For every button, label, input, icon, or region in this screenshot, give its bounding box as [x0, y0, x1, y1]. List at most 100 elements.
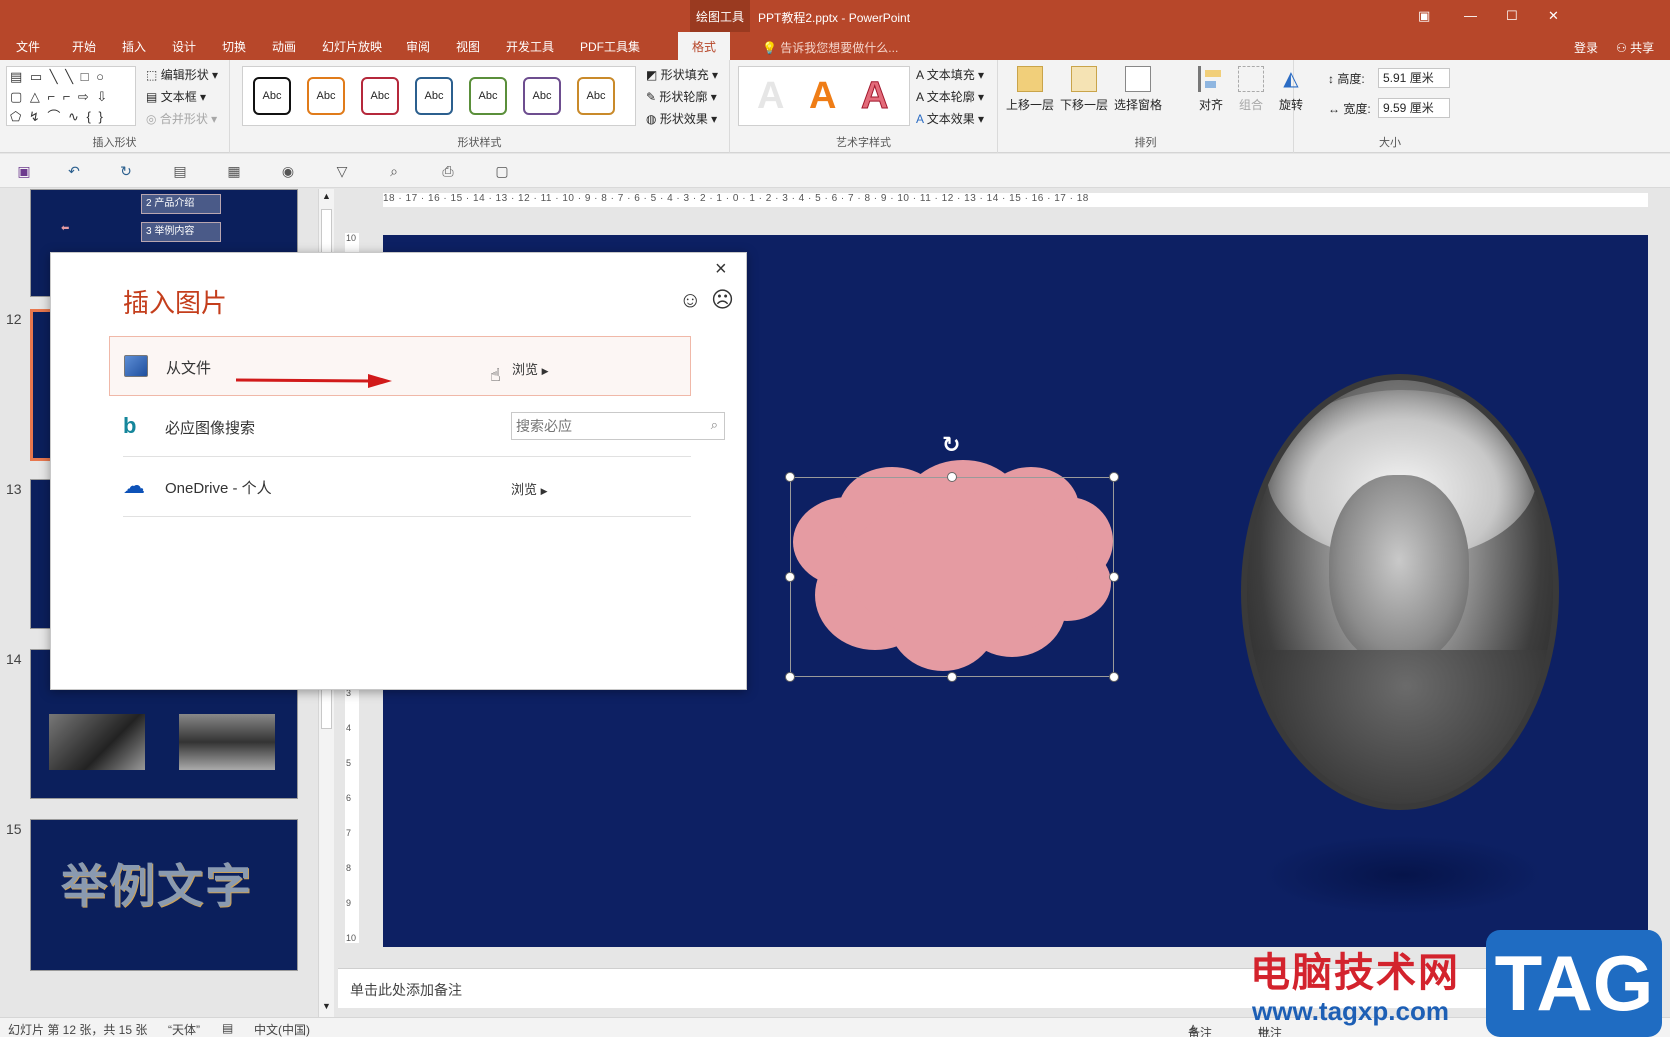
search-icon[interactable]: ⌕ [711, 417, 718, 433]
text-outline-button[interactable]: A 文本轮廓 ▾ [916, 88, 984, 105]
shape-style-red[interactable]: Abc [361, 77, 399, 115]
wordart-style-orange[interactable]: A [809, 75, 836, 118]
einstein-portrait-image[interactable] [1241, 374, 1559, 810]
save-icon[interactable]: ▣ [16, 163, 32, 179]
shape-style-gallery[interactable]: Abc Abc Abc Abc Abc Abc Abc [242, 66, 636, 126]
text-box-label: 文本框 [160, 90, 197, 104]
resize-handle[interactable] [1109, 572, 1119, 582]
resize-handle[interactable] [947, 472, 957, 482]
shape-style-orange[interactable]: Abc [307, 77, 345, 115]
rotate-button[interactable]: ◭ 旋转 [1278, 66, 1304, 113]
tab-transitions[interactable]: 切换 [222, 38, 246, 55]
bing-search-row: b 必应图像搜索 ⌕ [109, 397, 725, 457]
onedrive-label: OneDrive - 个人 [165, 480, 272, 497]
redo-icon[interactable]: ↻ [118, 163, 134, 179]
new-slide-icon[interactable]: ▦ [226, 163, 242, 179]
resize-handle[interactable] [947, 672, 957, 682]
shape-style-blue[interactable]: Abc [415, 77, 453, 115]
slide-count-status[interactable]: 幻灯片 第 12 张，共 15 张 [8, 1021, 147, 1037]
tab-format[interactable]: 格式 [678, 32, 731, 60]
shape-fill-button[interactable]: ◩ 形状填充 ▾ [646, 66, 718, 83]
group-shape-styles: Abc Abc Abc Abc Abc Abc Abc ◩ 形状填充 ▾ ✎ 形… [230, 60, 730, 153]
group-objects-button[interactable]: 组合 [1238, 66, 1264, 113]
send-backward-button[interactable]: 下移一层 [1060, 66, 1108, 113]
resize-handle[interactable] [785, 572, 795, 582]
bing-search-label: 必应图像搜索 [165, 420, 256, 437]
from-file-browse-link[interactable]: 浏览 ▶ [512, 359, 549, 378]
pencil-icon: ✎ [646, 90, 657, 104]
wordart-style-red[interactable]: A [860, 75, 888, 118]
bring-forward-button[interactable]: 上移一层 [1006, 66, 1054, 113]
tab-animations[interactable]: 动画 [272, 38, 296, 55]
portrait-shadow [1263, 835, 1543, 915]
tab-developer[interactable]: 开发工具 [506, 38, 554, 55]
ribbon-display-icon[interactable]: ▣ [1418, 8, 1430, 24]
shape-outline-button[interactable]: ✎ 形状轮廓 ▾ [646, 88, 717, 105]
bing-search-box[interactable]: ⌕ [511, 412, 725, 440]
drawing-tools-context-label: 绘图工具 [690, 0, 750, 32]
share-button[interactable]: ⚇ 共享 [1616, 39, 1654, 56]
onedrive-row[interactable]: ☁ OneDrive - 个人 浏览 ▶ [109, 457, 707, 517]
tab-home[interactable]: 开始 [72, 38, 96, 55]
notes-placeholder: 单击此处添加备注 [350, 982, 462, 998]
frown-feedback-icon[interactable]: ☹ [711, 287, 734, 313]
smile-feedback-icon[interactable]: ☺ [679, 287, 701, 313]
thumbnail-slide-15[interactable]: 举例文字 [30, 819, 298, 971]
dialog-close-button[interactable]: × [715, 258, 727, 281]
edit-shape-button[interactable]: ⬚ 编辑形状 ▾ [146, 66, 218, 83]
browse-label: 浏览 [512, 362, 539, 377]
shapes-gallery[interactable]: ▤ ▭ ╲ ╲ □ ○ ▢ △ ⌐ ⌐ ⇨ ⇩ ⬠ ↯ ⌒ ∿ { } [6, 66, 136, 126]
login-link[interactable]: 登录 [1574, 39, 1598, 56]
scroll-down-icon[interactable]: ▼ [322, 1001, 331, 1011]
resize-handle[interactable] [1109, 672, 1119, 682]
selection-pane-button[interactable]: 选择窗格 [1114, 66, 1162, 113]
resize-handle[interactable] [1109, 472, 1119, 482]
align-button[interactable]: 对齐 [1198, 66, 1224, 113]
maximize-icon[interactable]: ☐ [1506, 8, 1518, 24]
wordart-gallery[interactable]: A A A [738, 66, 910, 126]
shape-effects-button[interactable]: ◍ 形状效果 ▾ [646, 110, 717, 127]
shape-style-gold[interactable]: Abc [577, 77, 615, 115]
thumb-toc-item: 2 产品介绍 [141, 194, 221, 214]
tab-review[interactable]: 审阅 [406, 38, 430, 55]
present-icon[interactable]: ▤ [172, 163, 188, 179]
tab-design[interactable]: 设计 [172, 38, 196, 55]
undo-icon[interactable]: ↶ [66, 163, 82, 179]
print-icon[interactable]: ⎙ [440, 163, 456, 179]
tell-me-search[interactable]: 💡 告诉我您想要做什么... [762, 39, 898, 56]
text-fill-button[interactable]: A 文本填充 ▾ [916, 66, 984, 83]
thumb-arrow-icon: ⬅ [61, 223, 70, 234]
window-close-icon[interactable]: ✕ [1548, 8, 1559, 24]
tab-pdf-tools[interactable]: PDF工具集 [580, 38, 640, 55]
width-field[interactable]: 9.59 厘米 [1378, 98, 1450, 118]
spellcheck-icon[interactable]: ▢ [494, 163, 510, 179]
bing-search-input[interactable] [516, 414, 696, 438]
tab-slideshow[interactable]: 幻灯片放映 [322, 38, 382, 55]
shape-style-purple[interactable]: Abc [523, 77, 561, 115]
text-effects-button[interactable]: A 文本效果 ▾ [916, 110, 984, 127]
from-file-row[interactable]: 从文件 浏览 ▶ ☝ [109, 336, 691, 396]
caret-right-icon: ▶ [541, 366, 549, 376]
height-field[interactable]: 5.91 厘米 [1378, 68, 1450, 88]
onedrive-browse-link[interactable]: 浏览 ▶ [511, 479, 548, 498]
tab-insert[interactable]: 插入 [122, 38, 146, 55]
spellcheck-status-icon[interactable]: ▤ [222, 1021, 233, 1035]
text-box-button[interactable]: ▤ 文本框 ▾ [146, 88, 206, 105]
height-label-text: 高度: [1337, 72, 1365, 86]
wordart-style-plain[interactable]: A [757, 75, 784, 118]
shape-style-black[interactable]: Abc [253, 77, 291, 115]
merge-shapes-button[interactable]: ◎ 合并形状 ▾ [146, 110, 217, 127]
resize-handle[interactable] [785, 672, 795, 682]
slideshow-icon[interactable]: ◉ [280, 163, 296, 179]
tab-view[interactable]: 视图 [456, 38, 480, 55]
print-preview-icon[interactable]: ⌕ [386, 163, 402, 179]
rotate-handle-icon[interactable]: ↻ [942, 432, 960, 458]
resize-handle[interactable] [785, 472, 795, 482]
tab-file[interactable]: 文件 [16, 38, 40, 55]
scroll-up-icon[interactable]: ▲ [322, 191, 331, 201]
shape-style-green[interactable]: Abc [469, 77, 507, 115]
language-status[interactable]: 中文(中国) [254, 1021, 310, 1037]
slide-number: 14 [6, 651, 22, 667]
projector-icon[interactable]: ▽ [334, 163, 350, 179]
minimize-icon[interactable]: — [1464, 8, 1477, 23]
